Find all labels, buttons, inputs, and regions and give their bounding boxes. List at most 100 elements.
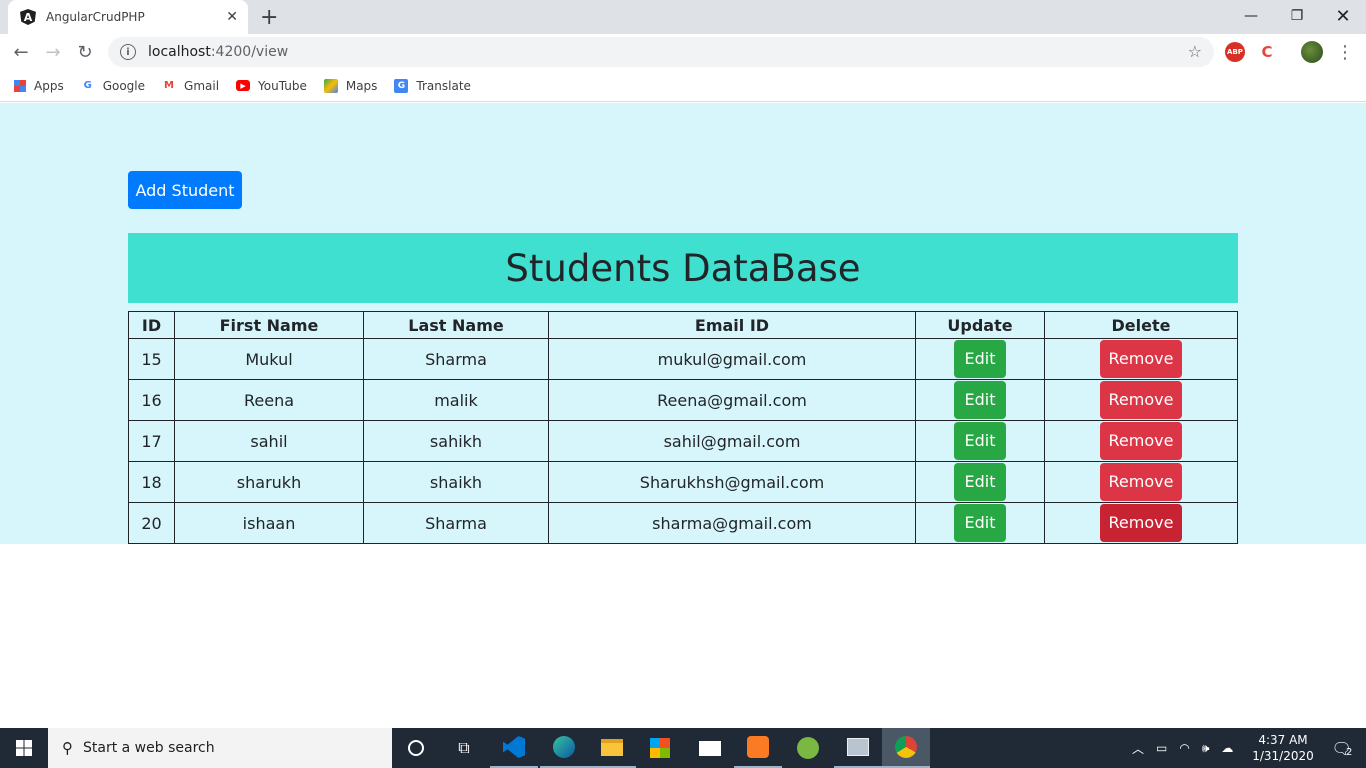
cell-email: Sharukhsh@gmail.com (548, 461, 916, 503)
cell-last-name: Sharma (363, 502, 549, 544)
bookmark-translate[interactable]: G Translate (394, 78, 471, 93)
adblock-extension-icon[interactable]: ABP (1225, 42, 1245, 62)
table-row: 16 Reena malik Reena@gmail.com Edit Remo… (128, 379, 1238, 421)
system-tray: ︿ ▭ ◠ 🕪 ☁ (1132, 728, 1233, 768)
table-header-row: ID First Name Last Name Email ID Update … (128, 311, 1238, 339)
cell-last-name: malik (363, 379, 549, 421)
cell-last-name: shaikh (363, 461, 549, 503)
remove-button[interactable]: Remove (1100, 340, 1182, 378)
cell-first-name: Reena (174, 379, 364, 421)
close-window-icon[interactable]: ✕ (1320, 0, 1366, 32)
url-path: :4200/view (210, 44, 289, 60)
table-row: 20 ishaan Sharma sharma@gmail.com Edit R… (128, 502, 1238, 544)
translate-icon: G (394, 78, 409, 93)
remove-button[interactable]: Remove (1100, 463, 1182, 501)
windows-taskbar: ⚲ Start a web search ⧉ ︿ ▭ ◠ 🕪 ☁ 4:37 AM… (0, 728, 1366, 768)
cell-email: sharma@gmail.com (548, 502, 916, 544)
site-info-icon[interactable]: i (120, 44, 136, 60)
gmail-icon: M (164, 80, 174, 91)
restore-icon[interactable]: ❐ (1274, 0, 1320, 32)
minimize-icon[interactable]: — (1228, 0, 1274, 32)
chevron-up-icon[interactable]: ︿ (1132, 740, 1144, 757)
notification-count: 2 (1345, 746, 1353, 758)
bookmark-maps[interactable]: Maps (323, 78, 378, 93)
reload-icon[interactable]: ↻ (72, 40, 98, 64)
edge-icon[interactable] (540, 728, 588, 768)
cell-update: Edit (915, 420, 1045, 462)
column-header-email: Email ID (548, 311, 916, 339)
cell-first-name: sahil (174, 420, 364, 462)
bookmark-gmail[interactable]: M Gmail (162, 79, 219, 93)
search-icon: ⚲ (62, 739, 73, 757)
angular-icon: A (20, 9, 36, 25)
xampp-icon[interactable] (734, 728, 782, 768)
cell-last-name: Sharma (363, 338, 549, 380)
table-row: 17 sahil sahikh sahil@gmail.com Edit Rem… (128, 420, 1238, 462)
bookmark-google[interactable]: G Google (81, 79, 145, 93)
cell-id: 16 (128, 379, 175, 421)
cell-id: 15 (128, 338, 175, 380)
cell-last-name: sahikh (363, 420, 549, 462)
edit-button[interactable]: Edit (954, 463, 1006, 501)
remove-button[interactable]: Remove (1100, 504, 1182, 542)
menu-kebab-icon[interactable]: ⋮ (1332, 40, 1358, 64)
bookmark-label: Translate (416, 78, 471, 93)
system-monitor-icon[interactable] (834, 728, 882, 768)
url-host: localhost (148, 44, 211, 60)
edit-button[interactable]: Edit (954, 504, 1006, 542)
utorrent-icon[interactable] (784, 728, 832, 768)
cell-delete: Remove (1044, 502, 1238, 544)
bookmark-youtube[interactable]: ▶ YouTube (236, 79, 307, 93)
cell-update: Edit (915, 338, 1045, 380)
add-student-button[interactable]: Add Student (128, 171, 242, 209)
chrome-icon[interactable] (882, 728, 930, 768)
cell-update: Edit (915, 379, 1045, 421)
clock-time: 4:37 AM (1258, 733, 1308, 747)
students-table: ID First Name Last Name Email ID Update … (128, 311, 1238, 544)
wifi-icon[interactable]: ◠ (1179, 741, 1189, 755)
battery-icon[interactable]: ▭ (1156, 741, 1167, 755)
bookmark-label: YouTube (258, 78, 307, 93)
tab-title: AngularCrudPHP (46, 10, 145, 24)
vscode-icon[interactable] (490, 728, 538, 768)
edit-button[interactable]: Edit (954, 381, 1006, 419)
cell-id: 20 (128, 502, 175, 544)
page-title: Students DataBase (128, 233, 1238, 303)
file-explorer-icon[interactable] (588, 728, 636, 768)
task-view-icon[interactable]: ⧉ (440, 728, 488, 768)
taskbar-clock[interactable]: 4:37 AM 1/31/2020 (1252, 728, 1314, 768)
browser-toolbar: ← → ↻ i localhost:4200/view ☆ ABP C ⋮ (0, 34, 1366, 70)
remove-button[interactable]: Remove (1100, 422, 1182, 460)
volume-icon[interactable]: 🕪 (1202, 741, 1210, 756)
windows-start-button[interactable] (0, 728, 48, 768)
extension-c-icon[interactable]: C (1257, 42, 1277, 62)
store-icon[interactable] (636, 728, 684, 768)
cortana-icon[interactable] (392, 728, 440, 768)
cell-email: Reena@gmail.com (548, 379, 916, 421)
bookmark-star-icon[interactable]: ☆ (1188, 42, 1202, 61)
maps-icon (323, 78, 338, 93)
column-header-last-name: Last Name (363, 311, 549, 339)
remove-button[interactable]: Remove (1100, 381, 1182, 419)
forward-icon[interactable]: → (40, 40, 66, 64)
cell-first-name: Mukul (174, 338, 364, 380)
address-bar[interactable]: i localhost:4200/view ☆ (108, 37, 1214, 67)
notification-center-icon[interactable]: 🗨 2 (1324, 728, 1360, 768)
browser-tab[interactable]: A AngularCrudPHP ✕ (8, 0, 248, 34)
close-tab-icon[interactable]: ✕ (226, 9, 238, 25)
table-row: 15 Mukul Sharma mukul@gmail.com Edit Rem… (128, 338, 1238, 380)
bookmark-apps[interactable]: Apps (14, 79, 64, 93)
taskbar-search-box[interactable]: ⚲ Start a web search (48, 728, 392, 768)
edit-button[interactable]: Edit (954, 340, 1006, 378)
bookmarks-bar: Apps G Google M Gmail ▶ YouTube Maps G T… (0, 70, 1366, 102)
tab-strip: A AngularCrudPHP ✕ + — ❐ ✕ (0, 0, 1366, 34)
back-icon[interactable]: ← (8, 40, 34, 64)
cell-update: Edit (915, 461, 1045, 503)
clock-date: 1/31/2020 (1252, 749, 1314, 763)
new-tab-icon[interactable]: + (260, 5, 278, 30)
bookmark-label: Maps (345, 78, 378, 93)
mail-icon[interactable] (686, 728, 734, 768)
edit-button[interactable]: Edit (954, 422, 1006, 460)
profile-avatar[interactable] (1301, 41, 1323, 63)
onedrive-cloud-icon[interactable]: ☁ (1221, 741, 1233, 755)
